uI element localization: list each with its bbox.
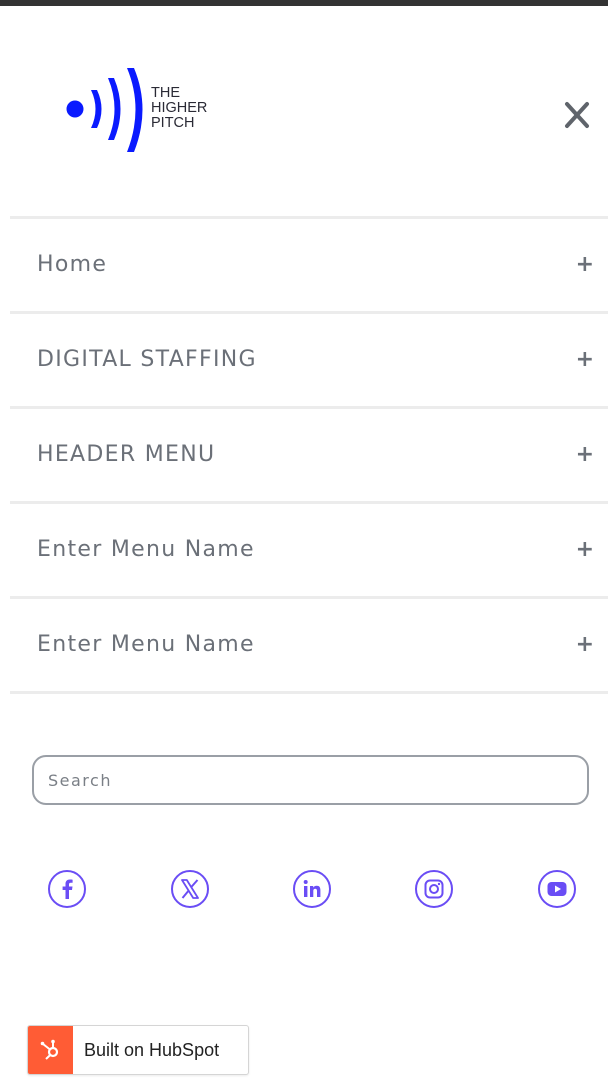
linkedin-link[interactable] xyxy=(292,869,332,909)
menu-item-label: Enter Menu Name xyxy=(37,537,255,562)
expand-plus-icon[interactable]: + xyxy=(576,219,594,311)
instagram-icon xyxy=(415,870,453,908)
menu-item-label: Home xyxy=(37,252,108,277)
close-menu-button[interactable] xyxy=(560,98,594,132)
logo-mark xyxy=(66,68,143,152)
menu-item-label: Enter Menu Name xyxy=(37,632,255,657)
built-on-hubspot-badge[interactable]: Built on HubSpot xyxy=(27,1025,249,1075)
top-border xyxy=(0,0,608,6)
menu-item-home[interactable]: Home + xyxy=(10,216,608,314)
brand-logo[interactable]: THE HIGHER PITCH xyxy=(64,68,234,152)
facebook-link[interactable] xyxy=(47,869,87,909)
logo-line-1: THE xyxy=(151,85,180,101)
expand-plus-icon[interactable]: + xyxy=(576,504,594,596)
menu-item-header-menu[interactable]: HEADER MENU + xyxy=(10,409,608,504)
menu-item-label: DIGITAL STAFFING xyxy=(37,347,257,372)
menu-item-enter-menu-name-2[interactable]: Enter Menu Name + xyxy=(10,599,608,694)
menu-item-enter-menu-name-1[interactable]: Enter Menu Name + xyxy=(10,504,608,599)
badge-label: Built on HubSpot xyxy=(84,1040,220,1060)
logo-line-3: PITCH xyxy=(151,115,195,131)
facebook-icon xyxy=(48,870,86,908)
hubspot-logo-icon xyxy=(28,1026,73,1074)
youtube-link[interactable] xyxy=(537,869,577,909)
expand-plus-icon[interactable]: + xyxy=(576,599,594,691)
expand-plus-icon[interactable]: + xyxy=(576,314,594,406)
expand-plus-icon[interactable]: + xyxy=(576,409,594,501)
mobile-nav-menu: Home + DIGITAL STAFFING + HEADER MENU + … xyxy=(10,216,608,694)
menu-item-label: HEADER MENU xyxy=(37,442,216,467)
linkedin-icon xyxy=(293,870,331,908)
instagram-link[interactable] xyxy=(414,869,454,909)
youtube-icon xyxy=(538,870,576,908)
close-icon xyxy=(565,102,589,128)
menu-item-digital-staffing[interactable]: DIGITAL STAFFING + xyxy=(10,314,608,409)
search-input[interactable] xyxy=(32,755,589,805)
logo-line-2: HIGHER xyxy=(151,100,208,116)
x-twitter-link[interactable] xyxy=(170,869,210,909)
logo-wordmark: THE HIGHER PITCH xyxy=(151,86,207,131)
x-twitter-icon xyxy=(171,870,209,908)
